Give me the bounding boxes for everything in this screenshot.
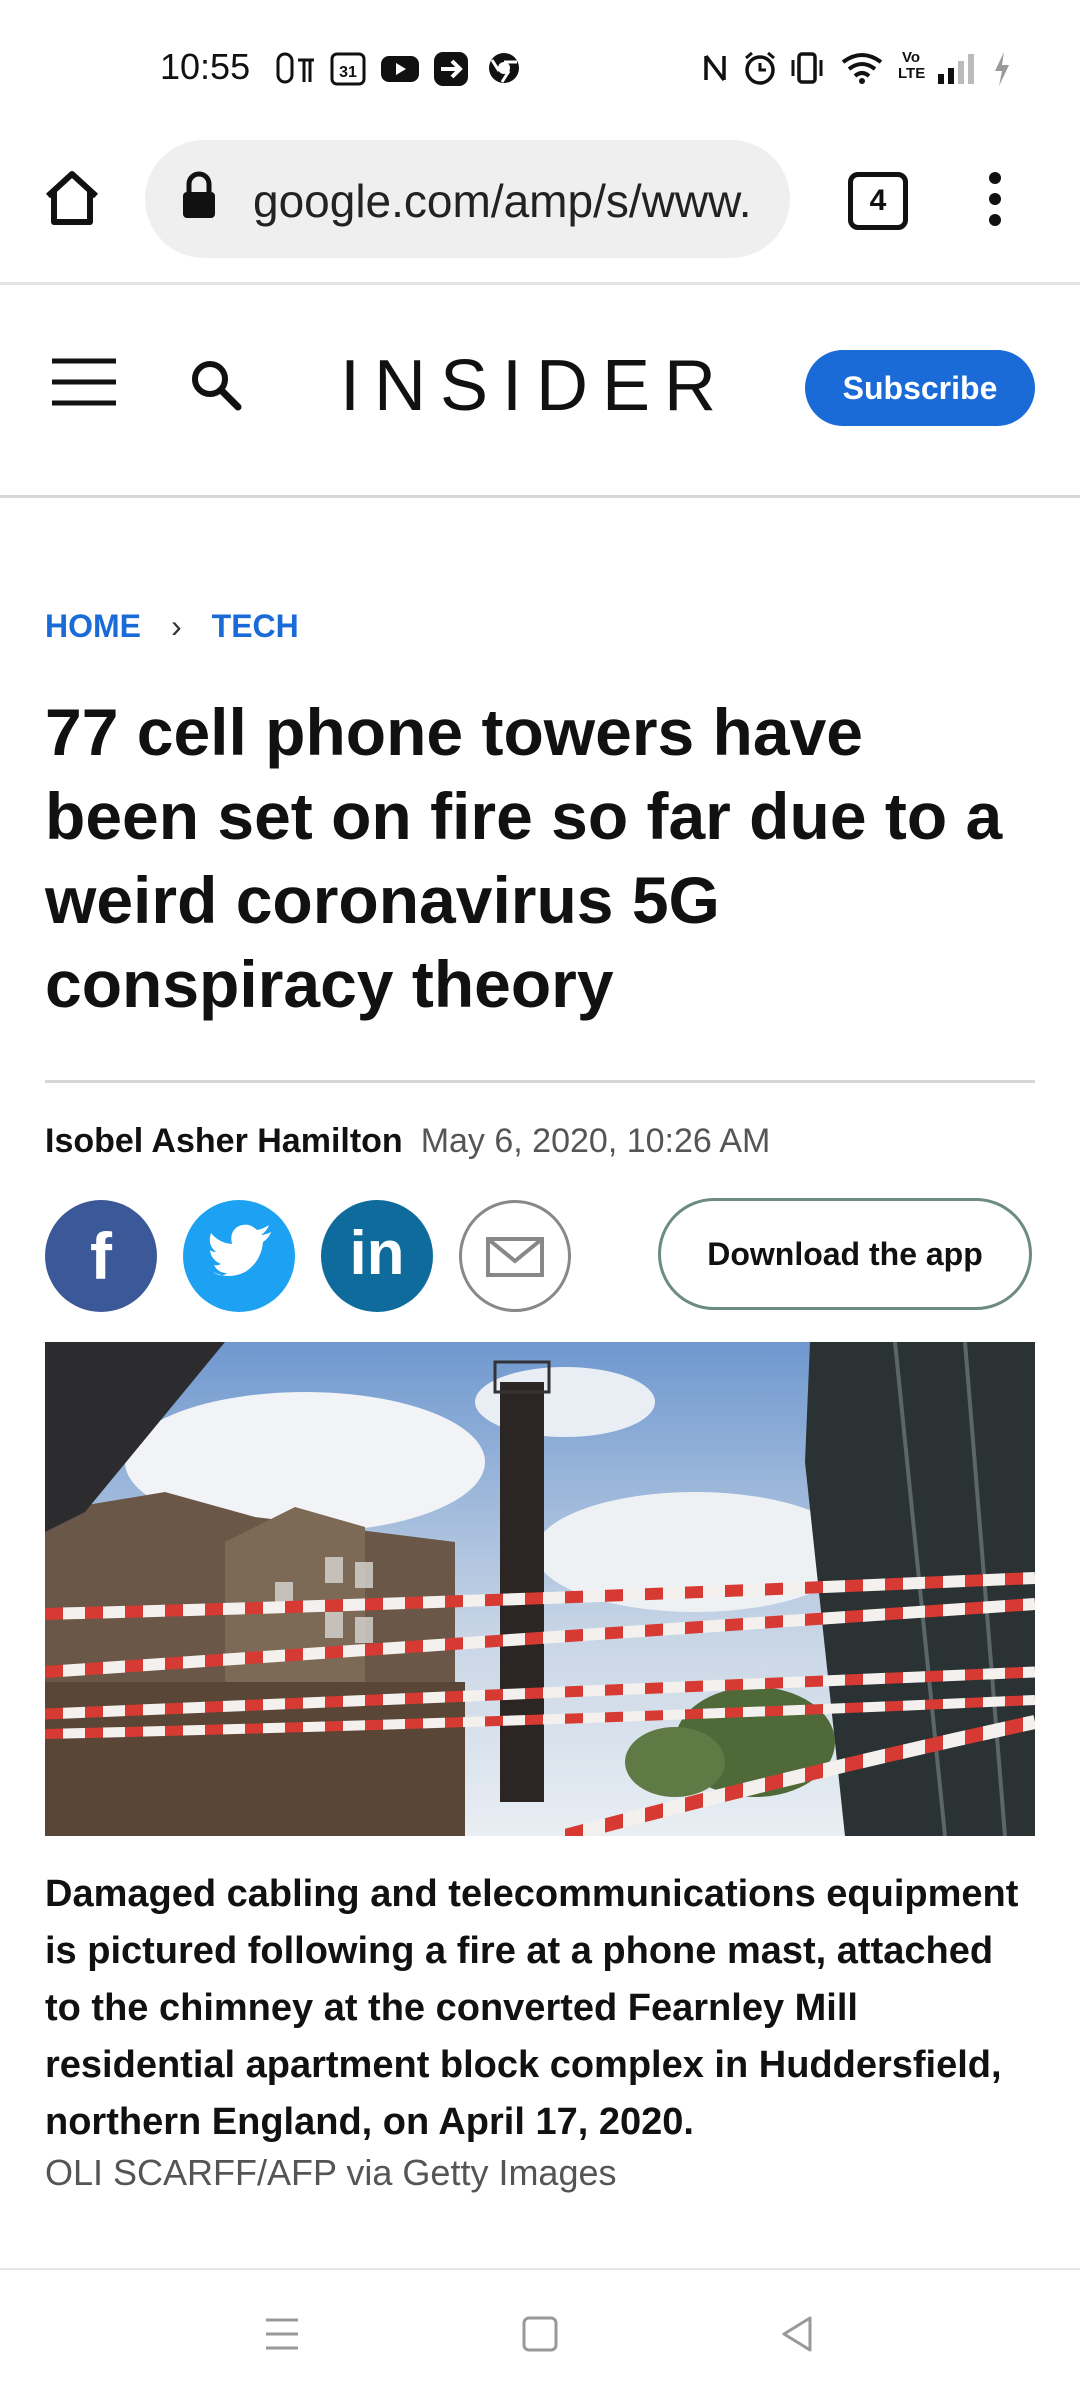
home-square-icon[interactable] (520, 2314, 560, 2354)
cell-signal-icon (938, 54, 974, 84)
hamburger-menu-icon[interactable] (50, 355, 118, 409)
download-app-button[interactable]: Download the app (658, 1198, 1032, 1310)
browser-toolbar: google.com/amp/s/www. 4 (0, 130, 1080, 285)
more-menu-icon[interactable] (980, 168, 1010, 232)
photo-credit: OLI SCARFF/AFP via Getty Images (45, 2152, 617, 2193)
status-time: 10:55 (160, 46, 251, 87)
address-bar[interactable]: google.com/amp/s/www. (145, 140, 790, 258)
facebook-share-button[interactable]: f (45, 1200, 157, 1312)
linkedin-icon: in (349, 1219, 405, 1288)
url-text: google.com/amp/s/www. (253, 175, 752, 227)
photo-caption: Damaged cabling and telecommunications e… (45, 1873, 1019, 2143)
author-name[interactable]: Isobel Asher Hamilton (45, 1122, 403, 1160)
mail-icon (486, 1237, 544, 1277)
photo-fire-damaged-mast (45, 1342, 1035, 1836)
forward-app-icon (434, 52, 468, 86)
site-logo[interactable]: INSIDER (340, 345, 730, 427)
byline: Isobel Asher Hamilton May 6, 2020, 10:26 … (45, 1122, 770, 1161)
breadcrumb: HOME › TECH (45, 608, 299, 645)
search-icon[interactable] (188, 357, 244, 413)
twitter-icon (209, 1224, 271, 1276)
article-headline: 77 cell phone towers have been set on fi… (45, 695, 1003, 1021)
breadcrumb-tech[interactable]: TECH (212, 608, 299, 645)
volte-icon: Vo LTE (898, 49, 926, 82)
chevron-right-icon: › (171, 608, 182, 644)
calendar-icon: 31 (330, 52, 366, 86)
publish-date: May 6, 2020, 10:26 AM (420, 1122, 771, 1160)
wifi-icon (841, 53, 883, 84)
alarm-icon (745, 51, 775, 85)
facebook-icon: f (90, 1219, 112, 1293)
status-bar: 10:55 31 Vo LTE (0, 0, 1080, 130)
system-nav-bar (0, 2268, 1080, 2402)
breadcrumb-home[interactable]: HOME (45, 608, 141, 645)
subscribe-button[interactable]: Subscribe (805, 350, 1035, 426)
svg-text:31: 31 (339, 64, 357, 81)
youtube-icon (381, 56, 419, 82)
divider (45, 1080, 1035, 1083)
email-share-button[interactable] (459, 1200, 571, 1312)
signal-app-icon (276, 52, 314, 84)
article-photo[interactable] (45, 1342, 1035, 1836)
nfc-icon (704, 54, 726, 82)
lock-icon (183, 171, 215, 218)
home-icon[interactable] (40, 166, 104, 230)
site-header: INSIDER Subscribe (0, 285, 1080, 498)
recents-menu-icon[interactable] (262, 2314, 302, 2354)
twitter-share-button[interactable] (183, 1200, 295, 1312)
chrome-icon (489, 53, 519, 83)
back-triangle-icon[interactable] (778, 2314, 818, 2354)
battery-charging-icon (995, 52, 1009, 86)
vibrate-icon (791, 52, 823, 84)
tab-switcher-button[interactable]: 4 (848, 172, 908, 230)
linkedin-share-button[interactable]: in (321, 1200, 433, 1312)
